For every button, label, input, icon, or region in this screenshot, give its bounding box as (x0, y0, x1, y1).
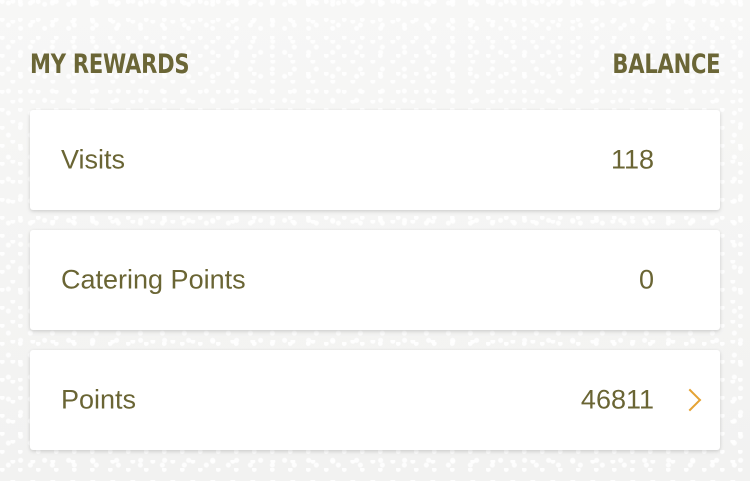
reward-label: Catering Points (61, 264, 246, 295)
reward-row-catering-points: Catering Points 0 (30, 230, 720, 330)
reward-row-visits: Visits 118 (30, 110, 720, 210)
reward-label: Points (61, 384, 137, 415)
reward-balance: 118 (610, 144, 654, 175)
rewards-header: MY REWARDS BALANCE (30, 44, 720, 84)
reward-row-points[interactable]: Points 46811 (30, 350, 720, 450)
chevron-right-icon[interactable] (678, 388, 702, 412)
reward-balance: 46811 (580, 384, 654, 415)
reward-label: Visits (61, 144, 126, 175)
reward-list: Visits 118 Catering Points 0 Points 4681… (30, 110, 720, 470)
balance-heading: BALANCE (612, 48, 720, 80)
reward-balance: 0 (638, 264, 654, 295)
my-rewards-title: MY REWARDS (30, 48, 190, 80)
